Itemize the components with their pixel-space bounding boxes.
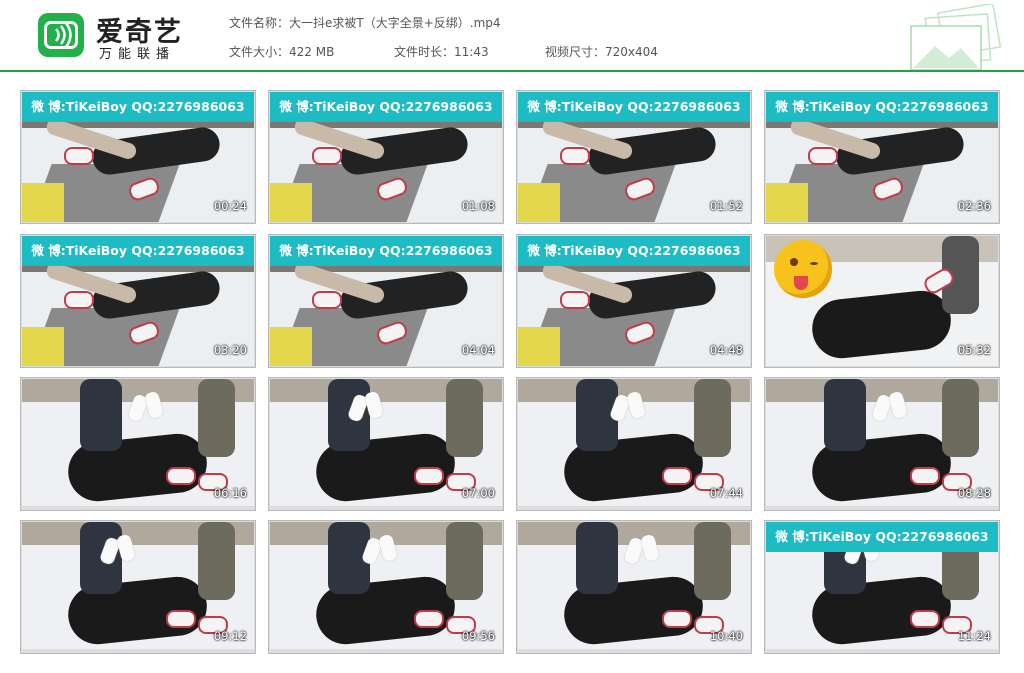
iqiyi-logo-icon (38, 13, 84, 57)
thumbnail-timestamp: 03:20 (213, 343, 247, 357)
file-name-info: 文件名称：大一抖e求被T（大字全景+反绑）.mp4 (229, 14, 501, 31)
video-thumbnail[interactable]: 微 博:TiKeiBoy QQ:2276986063 01:08 (268, 90, 504, 224)
video-thumbnail[interactable]: 08:28 (764, 377, 1000, 511)
thumbnail-timestamp: 05:32 (957, 343, 991, 357)
video-thumbnail[interactable]: 09:56 (268, 520, 504, 654)
file-size-value: 422 MB (289, 45, 335, 59)
file-size-info: 文件大小：422 MB (229, 43, 334, 60)
thumbnail-timestamp: 10:40 (709, 629, 743, 643)
watermark-banner: 微 博:TiKeiBoy QQ:2276986063 (518, 92, 750, 122)
watermark-banner: 微 博:TiKeiBoy QQ:2276986063 (518, 236, 750, 266)
video-thumbnail[interactable]: 微 博:TiKeiBoy QQ:2276986063 11:24 (764, 520, 1000, 654)
video-thumbnail[interactable]: 05:32 (764, 234, 1000, 368)
video-thumbnail[interactable]: 微 博:TiKeiBoy QQ:2276986063 04:48 (516, 234, 752, 368)
video-thumbnail[interactable]: 07:00 (268, 377, 504, 511)
duration-info: 文件时长：11:43 (394, 43, 489, 60)
picture-frames-icon (910, 4, 1002, 70)
watermark-banner: 微 博:TiKeiBoy QQ:2276986063 (22, 92, 254, 122)
thumbnail-timestamp: 07:44 (709, 486, 743, 500)
watermark-banner: 微 博:TiKeiBoy QQ:2276986063 (270, 236, 502, 266)
thumbnail-timestamp: 04:04 (461, 343, 495, 357)
watermark-banner: 微 博:TiKeiBoy QQ:2276986063 (270, 92, 502, 122)
header: 爱奇艺 万能联播 文件名称：大一抖e求被T（大字全景+反绑）.mp4 文件大小：… (0, 0, 1024, 72)
video-thumbnail[interactable]: 09:12 (20, 520, 256, 654)
file-name-label: 文件名称： (229, 16, 290, 30)
watermark-banner: 微 博:TiKeiBoy QQ:2276986063 (766, 522, 998, 552)
file-size-label: 文件大小： (229, 45, 290, 59)
thumbnail-timestamp: 04:48 (709, 343, 743, 357)
duration-label: 文件时长： (394, 45, 455, 59)
duration-value: 11:43 (454, 45, 489, 59)
video-thumbnail[interactable]: 07:44 (516, 377, 752, 511)
video-thumbnail[interactable]: 微 博:TiKeiBoy QQ:2276986063 00:24 (20, 90, 256, 224)
tongue-out-emoji-icon (774, 240, 832, 298)
resolution-info: 视频尺寸：720x404 (545, 43, 658, 60)
file-name-value: 大一抖e求被T（大字全景+反绑）.mp4 (289, 16, 501, 30)
video-thumbnail[interactable]: 10:40 (516, 520, 752, 654)
video-thumbnail[interactable]: 微 博:TiKeiBoy QQ:2276986063 01:52 (516, 90, 752, 224)
watermark-banner: 微 博:TiKeiBoy QQ:2276986063 (22, 236, 254, 266)
thumbnail-timestamp: 11:24 (957, 629, 991, 643)
resolution-value: 720x404 (605, 45, 658, 59)
thumbnail-timestamp: 01:52 (709, 199, 743, 213)
video-thumbnail[interactable]: 06:16 (20, 377, 256, 511)
thumbnail-timestamp: 00:24 (213, 199, 247, 213)
thumbnail-timestamp: 01:08 (461, 199, 495, 213)
thumbnail-timestamp: 07:00 (461, 486, 495, 500)
thumbnail-timestamp: 02:36 (957, 199, 991, 213)
video-thumbnail[interactable]: 微 博:TiKeiBoy QQ:2276986063 02:36 (764, 90, 1000, 224)
watermark-banner: 微 博:TiKeiBoy QQ:2276986063 (766, 92, 998, 122)
resolution-label: 视频尺寸： (545, 45, 606, 59)
video-thumbnail[interactable]: 微 博:TiKeiBoy QQ:2276986063 03:20 (20, 234, 256, 368)
thumbnail-timestamp: 09:56 (461, 629, 495, 643)
thumbnail-timestamp: 09:12 (213, 629, 247, 643)
thumbnail-timestamp: 08:28 (957, 486, 991, 500)
video-thumbnail[interactable]: 微 博:TiKeiBoy QQ:2276986063 04:04 (268, 234, 504, 368)
logo-subtitle: 万能联播 (99, 47, 176, 62)
header-divider (0, 70, 1024, 72)
thumbnail-timestamp: 06:16 (213, 486, 247, 500)
